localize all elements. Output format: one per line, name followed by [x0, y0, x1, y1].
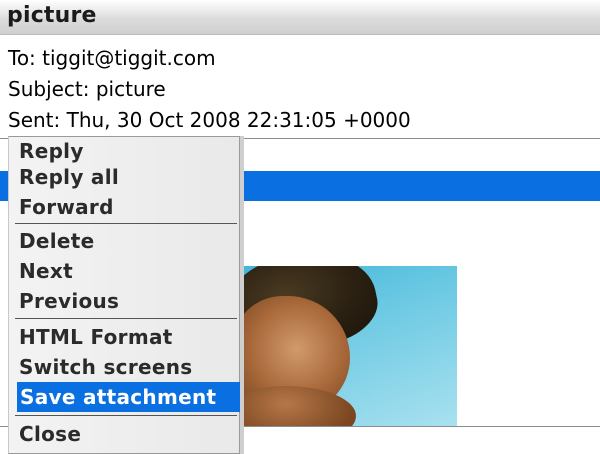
menu-item-reply-all[interactable]: Reply all [19, 162, 119, 192]
title-bar: picture [0, 0, 600, 35]
sent-field: Sent: Thu, 30 Oct 2008 22:31:05 +0000 [8, 108, 411, 132]
menu-separator [15, 318, 237, 319]
to-field: To: tiggit@tiggit.com [8, 46, 216, 70]
menu-item-delete[interactable]: Delete [19, 226, 95, 256]
menu-item-next[interactable]: Next [19, 256, 73, 286]
window-title: picture [7, 3, 97, 28]
context-menu: Reply Reply all Forward Delete Next Prev… [8, 136, 240, 454]
menu-item-switch-screens[interactable]: Switch screens [19, 352, 192, 382]
menu-item-close[interactable]: Close [19, 419, 81, 449]
menu-separator [15, 223, 237, 224]
menu-item-save-attachment[interactable]: Save attachment [17, 382, 240, 412]
subject-field: Subject: picture [8, 77, 166, 101]
menu-item-previous[interactable]: Previous [19, 286, 119, 316]
menu-item-html-format[interactable]: HTML Format [19, 322, 173, 352]
photo-icon[interactable] [236, 266, 457, 426]
menu-item-forward[interactable]: Forward [19, 192, 114, 222]
menu-separator [15, 415, 237, 416]
